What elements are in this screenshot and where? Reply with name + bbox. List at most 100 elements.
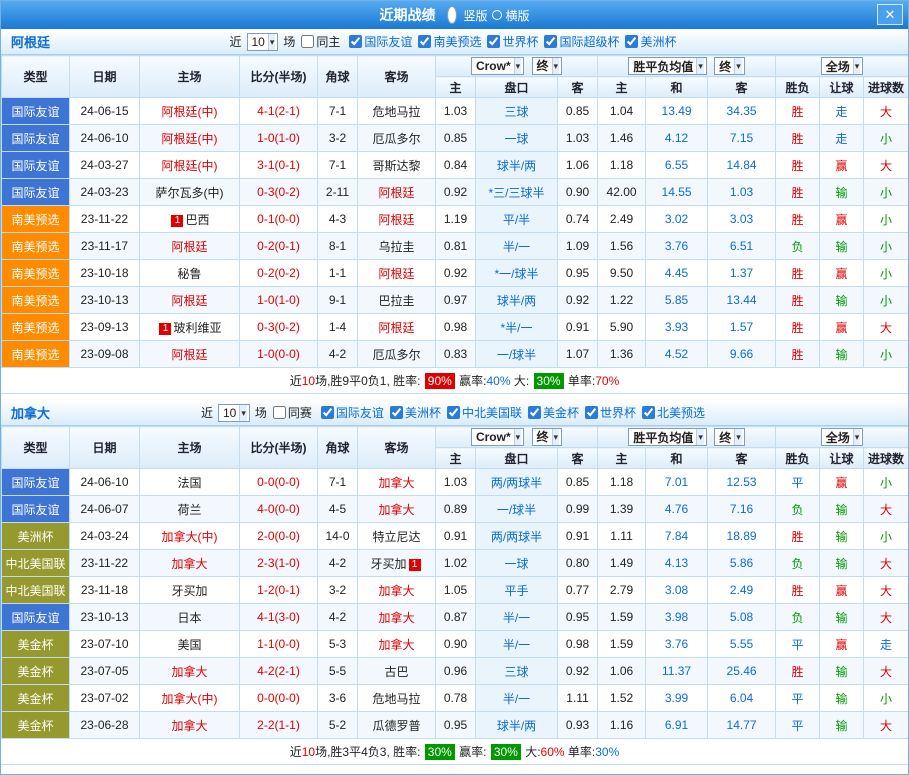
match-row[interactable]: 南美预选23-09-08阿根廷1-0(0-0)4-2厄瓜多尔0.83一/球半1.… — [2, 341, 909, 368]
same-competition-checkbox[interactable] — [273, 406, 286, 419]
match-row[interactable]: 国际友谊24-06-10法国0-0(0-0)7-1加拿大1.03两/两球半0.8… — [2, 469, 909, 496]
competition-filter[interactable]: 美洲杯 — [625, 33, 676, 50]
horizontal-layout-label[interactable]: 横版 — [506, 7, 530, 24]
vertical-layout-label[interactable]: 竖版 — [463, 7, 487, 24]
chevron-down-icon: ▾ — [268, 34, 276, 50]
competition-type-cell: 国际友谊 — [2, 125, 70, 152]
asian-away-odds-cell: 1.11 — [558, 685, 598, 712]
match-row[interactable]: 美金杯23-07-02加拿大(中)0-0(0-0)3-6危地马拉0.78半/一1… — [2, 685, 909, 712]
home-team-cell: 荷兰 — [140, 496, 240, 523]
competition-label: 国际友谊 — [336, 404, 384, 421]
asian-away-odds-cell: 0.90 — [558, 179, 598, 206]
result-cell: 胜 — [776, 125, 820, 152]
filter-bar: 近 10▾ 场 同赛 国际友谊美洲杯中北美国联美金杯世界杯北美预选 — [201, 404, 708, 422]
goals-result-cell: 走 — [864, 631, 909, 658]
match-row[interactable]: 南美预选23-11-221巴西0-1(0-0)4-3阿根廷1.19平/半0.74… — [2, 206, 909, 233]
bookmaker-select[interactable]: Crow*▾ — [471, 57, 524, 75]
handicap-result-cell: 走 — [820, 125, 864, 152]
close-button[interactable]: ✕ — [877, 4, 903, 25]
avg-away-odds-cell: 6.51 — [708, 233, 776, 260]
asian-home-odds-cell: 0.91 — [436, 523, 476, 550]
same-home-checkbox[interactable] — [301, 35, 314, 48]
competition-checkbox[interactable] — [447, 406, 460, 419]
competition-checkbox[interactable] — [321, 406, 334, 419]
match-row[interactable]: 国际友谊23-10-13日本4-1(3-0)4-2加拿大0.87半/一0.951… — [2, 604, 909, 631]
match-row[interactable]: 国际友谊24-03-27阿根廷(中)3-1(0-1)7-1哥斯达黎0.84球半/… — [2, 152, 909, 179]
competition-filter[interactable]: 世界杯 — [585, 404, 636, 421]
wdl-average-select[interactable]: 胜平负均值▾ — [628, 428, 707, 446]
competition-filter[interactable]: 美金杯 — [528, 404, 579, 421]
competition-checkbox[interactable] — [625, 35, 638, 48]
date-cell: 23-11-18 — [70, 577, 140, 604]
horizontal-layout-radio[interactable] — [492, 10, 502, 20]
avg-away-odds-cell: 1.37 — [708, 260, 776, 287]
team-name: 阿根廷(中) — [162, 132, 218, 146]
match-row[interactable]: 国际友谊24-06-10阿根廷(中)1-0(1-0)3-2厄瓜多尔0.85一球1… — [2, 125, 909, 152]
competition-filter[interactable]: 北美预选 — [642, 404, 705, 421]
competition-checkbox[interactable] — [418, 35, 431, 48]
competition-filter[interactable]: 国际超级杯 — [544, 33, 619, 50]
match-row[interactable]: 国际友谊24-06-07荷兰4-0(0-0)4-5加拿大0.89一/球半0.99… — [2, 496, 909, 523]
final-odds-select[interactable]: 终▾ — [532, 428, 563, 446]
games-label: 场 — [255, 404, 267, 421]
recent-count-select[interactable]: 10▾ — [247, 33, 279, 51]
same-home-filter[interactable]: 同主 — [301, 33, 340, 50]
col-asian-home: 主 — [436, 448, 476, 469]
handicap-cell: 半/一 — [476, 604, 558, 631]
competition-filter[interactable]: 世界杯 — [487, 33, 538, 50]
competition-checkbox[interactable] — [487, 35, 500, 48]
result-cell: 平 — [776, 712, 820, 739]
col-avg-draw: 和 — [646, 77, 708, 98]
match-row[interactable]: 中北美国联23-11-18牙买加1-2(0-1)3-2加拿大1.05平手0.77… — [2, 577, 909, 604]
match-row[interactable]: 中北美国联23-11-22加拿大2-3(1-0)4-2牙买加11.02一球0.8… — [2, 550, 909, 577]
match-row[interactable]: 美金杯23-07-05加拿大4-2(2-1)5-5古巴0.96三球0.921.0… — [2, 658, 909, 685]
recent-count-select[interactable]: 10▾ — [218, 404, 250, 422]
competition-checkbox[interactable] — [544, 35, 557, 48]
final-odds-select[interactable]: 终▾ — [714, 57, 745, 75]
final-odds-select[interactable]: 终▾ — [714, 428, 745, 446]
competition-filter[interactable]: 国际友谊 — [321, 404, 384, 421]
competition-filter[interactable]: 中北美国联 — [447, 404, 522, 421]
match-row[interactable]: 美洲杯24-03-24加拿大(中)2-0(0-0)14-0特立尼达0.91两/两… — [2, 523, 909, 550]
summary-text: 30% — [595, 745, 619, 759]
wdl-average-select[interactable]: 胜平负均值▾ — [628, 57, 707, 75]
avg-away-odds-cell: 18.89 — [708, 523, 776, 550]
handicap-cell: 球半/两 — [476, 152, 558, 179]
full-match-select[interactable]: 全场▾ — [821, 428, 864, 446]
avg-home-odds-cell: 1.11 — [598, 523, 646, 550]
competition-checkbox[interactable] — [642, 406, 655, 419]
goals-result-cell: 小 — [864, 125, 909, 152]
bookmaker-select[interactable]: Crow*▾ — [471, 428, 524, 446]
match-row[interactable]: 南美预选23-09-131玻利维亚0-3(0-2)1-4阿根廷0.98*半/一0… — [2, 314, 909, 341]
match-row[interactable]: 南美预选23-10-13阿根廷1-0(1-0)9-1巴拉圭0.97球半/两0.9… — [2, 287, 909, 314]
goals-result-cell: 大 — [864, 152, 909, 179]
match-row[interactable]: 美金杯23-07-10美国1-1(0-0)5-3加拿大0.90半/一0.981.… — [2, 631, 909, 658]
competition-filter[interactable]: 南美预选 — [418, 33, 481, 50]
match-row[interactable]: 国际友谊24-03-23萨尔瓦多(中)0-3(0-2)2-11阿根廷0.92*三… — [2, 179, 909, 206]
section-header: 加拿大 近 10▾ 场 同赛 国际友谊美洲杯中北美国联美金杯世界杯北美预选 — [1, 400, 908, 426]
date-cell: 23-10-13 — [70, 287, 140, 314]
competition-checkbox[interactable] — [390, 406, 403, 419]
competition-checkbox[interactable] — [585, 406, 598, 419]
asian-home-odds-cell: 0.89 — [436, 496, 476, 523]
team-name: 瓜德罗普 — [372, 719, 420, 733]
competition-filter[interactable]: 国际友谊 — [349, 33, 412, 50]
away-team-cell: 阿根廷 — [358, 260, 436, 287]
same-competition-filter[interactable]: 同赛 — [273, 404, 312, 421]
home-team-cell: 萨尔瓦多(中) — [140, 179, 240, 206]
match-row[interactable]: 美金杯23-06-28加拿大2-2(1-1)5-2瓜德罗普0.95球半/两0.9… — [2, 712, 909, 739]
match-row[interactable]: 南美预选23-10-18秘鲁0-2(0-2)1-1阿根廷0.92*一/球半0.9… — [2, 260, 909, 287]
summary-text: 单率: — [565, 743, 596, 760]
final-odds-select[interactable]: 终▾ — [532, 57, 563, 75]
competition-checkbox[interactable] — [349, 35, 362, 48]
section-summary: 近10场,胜9平0负1, 胜率: 90% 赢率:40% 大: 30% 单率:70… — [1, 368, 908, 394]
vertical-layout-radio[interactable] — [447, 6, 457, 24]
matches-table-argentina: 类型 日期 主场 比分(半场) 角球 客场 Crow*▾ 终▾ 胜平负均值▾ 终… — [1, 55, 909, 368]
match-row[interactable]: 国际友谊24-06-15阿根廷(中)4-1(2-1)7-1危地马拉1.03三球0… — [2, 98, 909, 125]
handicap-cell: 平/半 — [476, 206, 558, 233]
full-match-select[interactable]: 全场▾ — [821, 57, 864, 75]
competition-checkbox[interactable] — [528, 406, 541, 419]
competition-filter[interactable]: 美洲杯 — [390, 404, 441, 421]
summary-rate-badge: 90% — [425, 373, 455, 389]
match-row[interactable]: 南美预选23-11-17阿根廷0-2(0-1)8-1乌拉圭0.81半/一1.09… — [2, 233, 909, 260]
